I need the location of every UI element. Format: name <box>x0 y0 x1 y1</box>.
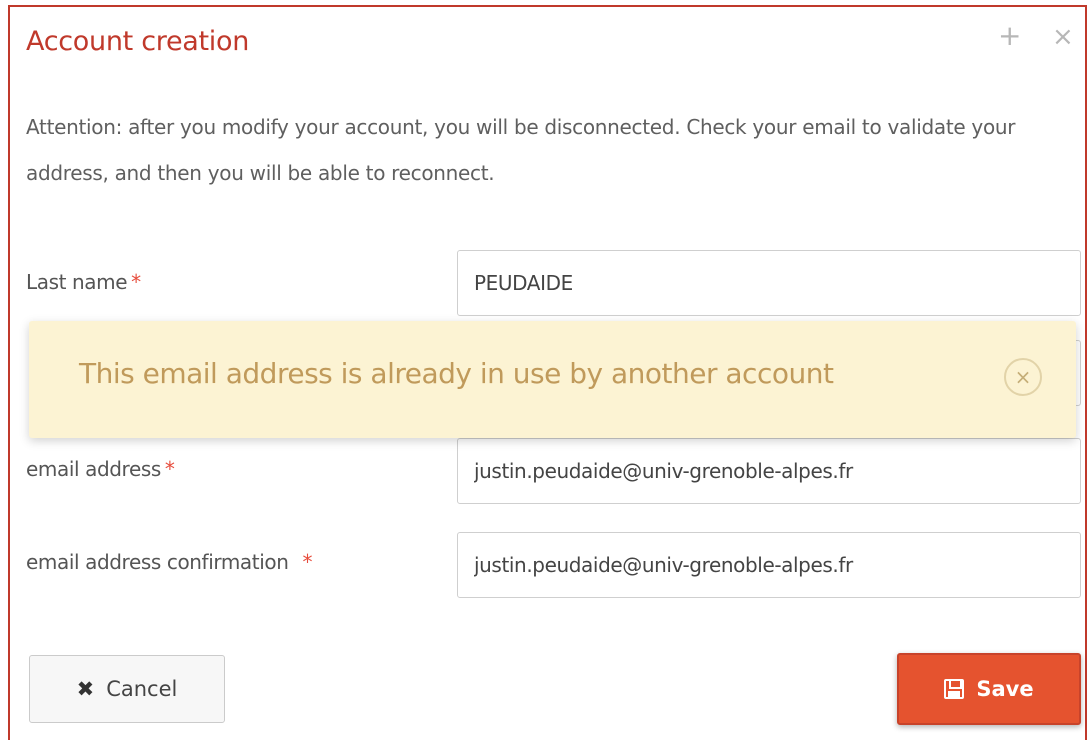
email-confirmation-label: email address confirmation * <box>26 550 312 574</box>
last-name-label: Last name * <box>26 270 141 294</box>
last-name-label-text: Last name <box>26 270 128 294</box>
disconnect-notice: Attention: after you modify your account… <box>26 115 1016 185</box>
required-marker: * <box>302 550 313 574</box>
email-in-use-alert: This email address is already in use by … <box>29 321 1076 438</box>
required-marker: * <box>164 457 175 481</box>
email-label: email address * <box>26 457 175 481</box>
email-label-text: email address <box>26 457 161 481</box>
email-input[interactable] <box>457 438 1081 504</box>
save-button[interactable]: Save <box>897 653 1081 725</box>
email-confirmation-label-text: email address confirmation <box>26 550 289 574</box>
email-confirmation-input[interactable] <box>457 532 1081 598</box>
plus-icon[interactable]: + <box>998 22 1021 50</box>
save-button-label: Save <box>976 677 1034 701</box>
alert-message: This email address is already in use by … <box>79 357 834 390</box>
cancel-button[interactable]: ✖ Cancel <box>29 655 225 723</box>
close-icon[interactable]: × <box>1052 24 1074 50</box>
floppy-disk-icon <box>944 679 965 699</box>
cancel-x-icon: ✖ <box>76 677 95 701</box>
last-name-input[interactable] <box>457 250 1081 316</box>
alert-close-icon[interactable]: × <box>1004 358 1042 396</box>
cancel-button-label: Cancel <box>106 677 178 701</box>
dialog-title: Account creation <box>26 26 250 57</box>
required-marker: * <box>131 270 141 294</box>
